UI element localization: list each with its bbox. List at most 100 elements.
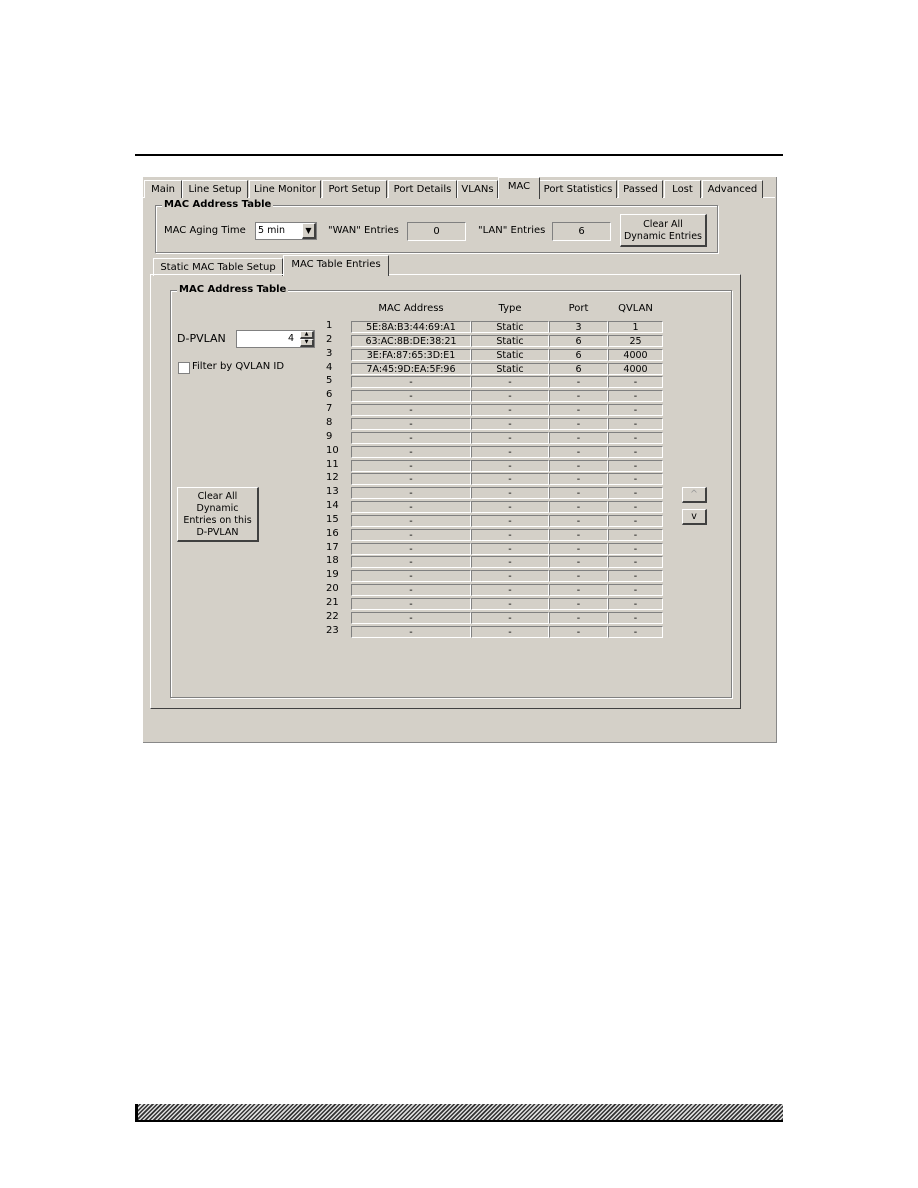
tab-line-setup[interactable]: Line Setup: [182, 180, 248, 198]
row-number: 10: [326, 444, 339, 456]
table-cell: -: [351, 459, 471, 472]
header-mac-address: MAC Address: [378, 303, 444, 314]
table-cell: -: [608, 598, 663, 610]
button-line: Dynamic Entries: [623, 231, 702, 242]
filter-by-qvlan-checkbox[interactable]: [178, 362, 190, 374]
button-line: Clear All: [197, 491, 238, 502]
table-cell: Static: [471, 321, 549, 333]
aging-time-select[interactable]: 5 min ▼: [255, 222, 317, 240]
table-cell: Static: [471, 362, 549, 375]
row-number: 16: [326, 527, 339, 539]
chevron-down-icon[interactable]: ▼: [302, 223, 316, 239]
table-cell: -: [351, 625, 471, 638]
table-cell: -: [351, 611, 471, 624]
table-cell: -: [549, 611, 608, 624]
table-cell: -: [351, 376, 471, 389]
wan-entries-value: 0: [407, 222, 466, 241]
wan-entries-label: "WAN" Entries: [328, 225, 399, 236]
spin-up-icon[interactable]: ▲: [300, 331, 314, 339]
button-line: D-PVLAN: [196, 527, 239, 538]
row-number: 8: [326, 416, 333, 428]
table-cell: -: [608, 390, 663, 403]
table-cell: -: [351, 598, 471, 610]
table-cell: -: [351, 528, 471, 541]
table-cell: -: [608, 584, 663, 597]
scroll-up-button[interactable]: ^: [682, 487, 707, 503]
table-cell: -: [549, 417, 608, 430]
table-cell: -: [549, 445, 608, 458]
row-number: 14: [326, 500, 339, 512]
header-type: Type: [498, 303, 522, 314]
row-number: 7: [326, 403, 333, 415]
tab-mac[interactable]: MAC: [498, 177, 540, 199]
table-cell: -: [608, 404, 663, 417]
row-number: 9: [326, 430, 333, 442]
table-cell: -: [471, 556, 549, 569]
row-number: 13: [326, 486, 339, 498]
table-cell: 1: [608, 321, 663, 333]
table-cell: 3E:FA:87:65:3D:E1: [351, 348, 471, 361]
d-pvlan-spinner[interactable]: 4 ▲ ▼: [236, 330, 315, 348]
subtab-mac-table-entries[interactable]: MAC Table Entries: [283, 255, 389, 276]
tab-port-setup[interactable]: Port Setup: [322, 180, 387, 198]
table-cell: -: [549, 473, 608, 486]
tab-port-statistics[interactable]: Port Statistics: [539, 180, 617, 198]
table-cell: -: [471, 431, 549, 444]
footer-stripe: [135, 1104, 783, 1122]
table-cell: Static: [471, 348, 549, 361]
header-rule: [135, 154, 783, 156]
table-cell: -: [471, 584, 549, 597]
table-cell: 6: [549, 348, 608, 361]
table-cell: -: [549, 376, 608, 389]
table-cell: -: [608, 459, 663, 472]
table-cell: 4000: [608, 362, 663, 375]
table-cell: -: [608, 431, 663, 444]
table-cell: -: [351, 404, 471, 417]
clear-dpvlan-entries-button[interactable]: Clear All Dynamic Entries on this D-PVLA…: [177, 487, 259, 542]
row-number: 15: [326, 513, 339, 525]
table-cell: -: [608, 445, 663, 458]
table-cell: -: [608, 501, 663, 514]
row-number: 5: [326, 375, 333, 387]
table-cell: -: [471, 417, 549, 430]
lan-entries-value: 6: [552, 222, 611, 241]
group-title: MAC Address Table: [162, 199, 274, 210]
table-cell: -: [549, 570, 608, 583]
tab-passed[interactable]: Passed: [618, 180, 663, 198]
tab-line-monitor[interactable]: Line Monitor: [249, 180, 321, 198]
table-cell: -: [351, 473, 471, 486]
clear-all-dynamic-entries-button[interactable]: Clear All Dynamic Entries: [620, 214, 707, 247]
table-cell: -: [549, 390, 608, 403]
scroll-down-button[interactable]: v: [682, 509, 707, 525]
table-cell: -: [471, 376, 549, 389]
table-cell: 4000: [608, 348, 663, 361]
table-cell: -: [351, 570, 471, 583]
table-cell: -: [608, 611, 663, 624]
aging-time-label: MAC Aging Time: [164, 225, 246, 236]
table-cell: -: [549, 501, 608, 514]
tab-advanced[interactable]: Advanced: [702, 180, 763, 198]
table-cell: -: [608, 556, 663, 569]
table-cell: 3: [549, 321, 608, 333]
tab-lost[interactable]: Lost: [664, 180, 701, 198]
table-cell: -: [608, 528, 663, 541]
table-cell: 6: [549, 334, 608, 347]
row-number: 23: [326, 624, 339, 636]
tab-vlans[interactable]: VLANs: [457, 180, 498, 198]
table-cell: -: [471, 514, 549, 527]
button-line: Entries on this: [183, 515, 252, 526]
table-cell: 63:AC:8B:DE:38:21: [351, 334, 471, 347]
filter-by-qvlan-label: Filter by QVLAN ID: [192, 361, 285, 372]
table-cell: -: [351, 417, 471, 430]
spin-down-icon[interactable]: ▼: [300, 339, 314, 347]
button-line: Clear All: [643, 219, 683, 230]
table-cell: -: [549, 514, 608, 527]
tab-main[interactable]: Main: [144, 180, 182, 198]
table-cell: -: [471, 625, 549, 638]
table-cell: -: [549, 625, 608, 638]
table-cell: -: [471, 404, 549, 417]
header-port: Port: [568, 303, 589, 314]
tab-port-details[interactable]: Port Details: [388, 180, 457, 198]
table-cell: -: [471, 473, 549, 486]
table-cell: -: [608, 417, 663, 430]
